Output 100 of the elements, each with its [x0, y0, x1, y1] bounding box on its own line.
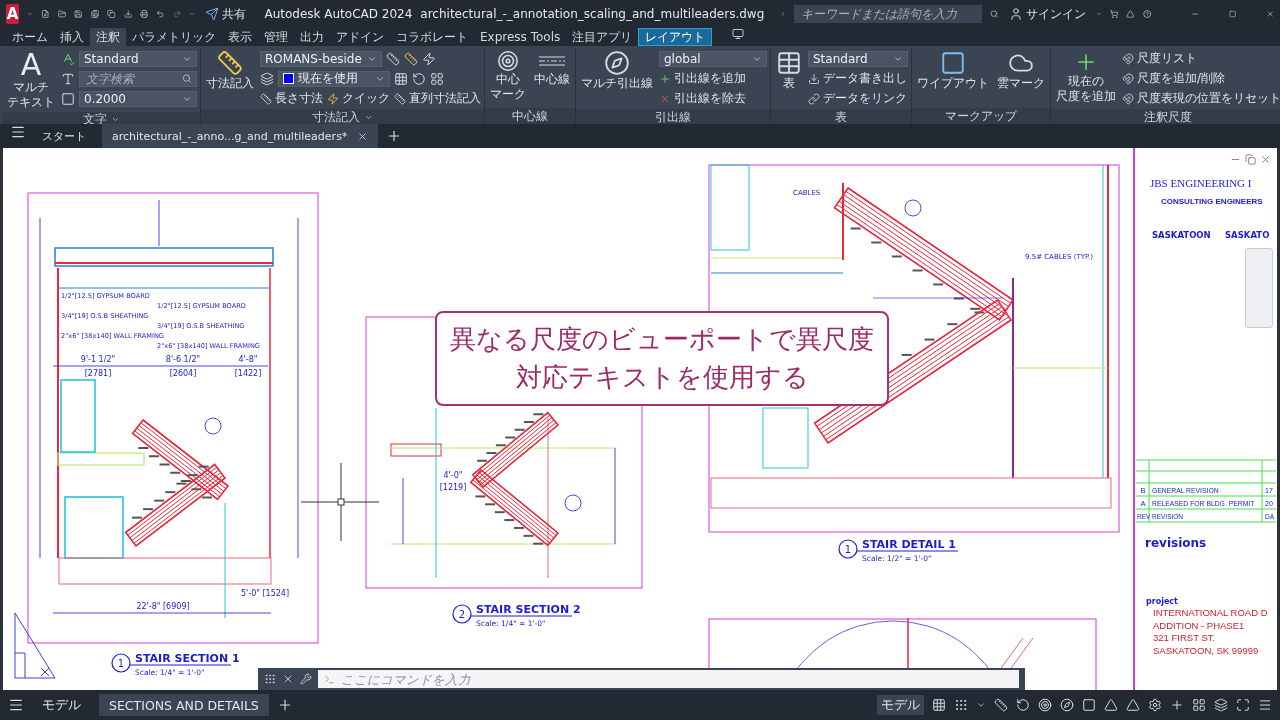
- leader-style-dropdown[interactable]: global: [659, 50, 767, 67]
- project-address-line: ADDITION - PHASE1: [1153, 619, 1245, 631]
- ribbon-tab[interactable]: アドイン: [330, 28, 390, 46]
- plus-icon[interactable]: [1170, 698, 1184, 712]
- panel-title[interactable]: 寸法記入: [201, 109, 484, 124]
- drawing-canvas[interactable]: [0, 148, 1280, 690]
- close-icon[interactable]: [282, 673, 294, 685]
- multileader-button[interactable]: マルチ引出線: [579, 50, 655, 107]
- text-search-box[interactable]: 文字検索: [79, 70, 197, 87]
- ribbon-tab[interactable]: 注釈: [90, 28, 126, 46]
- grip-icon[interactable]: [264, 673, 276, 685]
- save-icon[interactable]: [74, 7, 83, 21]
- add-current-scale-button[interactable]: 現在の 尺度を追加: [1054, 50, 1118, 107]
- text-height-dropdown[interactable]: 0.2000: [79, 90, 197, 107]
- find-text-icon[interactable]: [61, 71, 75, 86]
- scale-tool-button[interactable]: 尺度表現の位置をリセット: [1122, 90, 1280, 107]
- center-mark-button[interactable]: 中心 マーク: [488, 50, 528, 106]
- restore-icon[interactable]: [1245, 154, 1256, 165]
- add-icon: [659, 72, 671, 85]
- share-button[interactable]: 共有: [203, 5, 249, 23]
- ribbon-tab[interactable]: Express Tools: [474, 28, 567, 46]
- spell-check-icon[interactable]: [61, 51, 75, 66]
- search-icon[interactable]: [990, 7, 999, 21]
- multiline-text-button[interactable]: A マルチ テキスト: [5, 50, 57, 110]
- ribbon-tab[interactable]: 管理: [258, 28, 294, 46]
- save-as-icon[interactable]: [90, 7, 100, 21]
- text-style-dropdown[interactable]: Standard: [79, 50, 197, 67]
- ribbon-tab[interactable]: 挿入: [54, 28, 90, 46]
- remove-leader-button[interactable]: 引出線を除去: [659, 90, 746, 107]
- documents-icon[interactable]: [107, 7, 116, 21]
- layer-dropdown[interactable]: 現在を使用: [278, 70, 390, 87]
- dimension-style-dropdown[interactable]: ROMANS-beside: [260, 50, 382, 67]
- wipeout-button[interactable]: ワイプアウト: [915, 50, 991, 106]
- ribbon-tab[interactable]: 出力: [294, 28, 330, 46]
- dimension-icon: [217, 50, 243, 76]
- wrench-icon[interactable]: [300, 673, 312, 685]
- callout-text: 対応テキストを使用する: [515, 360, 809, 394]
- dimension-tool-button[interactable]: 長さ寸法: [260, 90, 323, 107]
- add-leader-button[interactable]: 引出線を追加: [659, 70, 746, 87]
- ribbon-tab[interactable]: 注目アプリ: [566, 28, 639, 46]
- maximize-icon[interactable]: [1229, 8, 1237, 20]
- cart-icon[interactable]: [1109, 7, 1119, 21]
- table-style-dropdown[interactable]: Standard: [808, 50, 908, 67]
- search-field[interactable]: キーワードまたは語句を入力: [794, 5, 983, 23]
- layout-tab[interactable]: SECTIONS AND DETAILS: [99, 694, 269, 716]
- viewport-frame[interactable]: [708, 618, 1097, 690]
- fullscreen-icon[interactable]: [1236, 698, 1250, 712]
- revision-cloud-button[interactable]: 雲マーク: [995, 50, 1047, 106]
- dimension-button[interactable]: 寸法記入: [204, 50, 256, 107]
- caret-icon[interactable]: [976, 700, 986, 710]
- print-icon[interactable]: [140, 7, 149, 21]
- search-input[interactable]: キーワードまたは語句を入力: [799, 6, 978, 22]
- search-icon: [182, 73, 192, 84]
- panel-toggle-icon[interactable]: [732, 28, 745, 40]
- app-logo[interactable]: A: [6, 4, 20, 24]
- ribbon-tab[interactable]: ホーム: [6, 28, 54, 46]
- sign-in-button[interactable]: サインイン: [1006, 5, 1088, 23]
- extract-data-button[interactable]: データ書き出し: [808, 70, 907, 87]
- layout-tab[interactable]: モデル: [32, 694, 91, 716]
- grid-icon[interactable]: [932, 698, 946, 712]
- layers-icon[interactable]: [260, 71, 274, 86]
- panel-title[interactable]: 引出線: [576, 109, 770, 124]
- link-icon: [808, 92, 820, 105]
- ribbon-tab[interactable]: レイアウト: [638, 28, 713, 46]
- import-icon[interactable]: [123, 7, 133, 21]
- panel-title[interactable]: マークアップ: [912, 108, 1050, 124]
- ribbon-tab[interactable]: 表示: [222, 28, 258, 46]
- model-space-button[interactable]: モデル: [877, 695, 924, 715]
- panel-title[interactable]: 表: [771, 109, 911, 124]
- triangle-icon[interactable]: [1126, 7, 1135, 21]
- snap-icon[interactable]: [954, 698, 968, 712]
- panel-title[interactable]: 注釈尺度: [1051, 109, 1280, 124]
- link-data-button[interactable]: データをリンク: [808, 90, 907, 107]
- settings-icon[interactable]: [1148, 698, 1162, 712]
- view-title: STAIR DETAIL 1: [862, 538, 956, 551]
- view-number-bubble: 1: [838, 539, 858, 559]
- customize-icon[interactable]: [1258, 698, 1272, 712]
- dimension-tool-button[interactable]: 直列寸法記入: [394, 90, 481, 107]
- help-icon[interactable]: [1142, 7, 1152, 21]
- ribbon-tab[interactable]: パラメトリック: [126, 28, 222, 46]
- centerline-button[interactable]: 中心線: [532, 50, 572, 106]
- scale-tool-button[interactable]: 尺度を追加/削除: [1122, 70, 1226, 87]
- panel-title[interactable]: 文字: [2, 111, 200, 124]
- panel-title[interactable]: 中心線: [485, 108, 575, 124]
- dimension-tool-button[interactable]: クイック: [327, 90, 390, 107]
- scale-tool-button[interactable]: 尺度リスト: [1122, 50, 1197, 67]
- callout-text: 異なる尺度のビューポートで異尺度: [450, 322, 874, 356]
- menu-icon[interactable]: [10, 124, 26, 140]
- dimension-text: 22'-8" [6909]: [136, 602, 190, 611]
- new-file-icon[interactable]: [41, 7, 50, 21]
- start-tab[interactable]: スタート: [32, 124, 96, 148]
- ribbon-tab[interactable]: コラボレート: [390, 28, 474, 46]
- menu-icon[interactable]: [8, 697, 24, 713]
- dimension-text: 5'-0" [1524]: [240, 589, 290, 598]
- project-address-line: 321 FIRST ST.: [1153, 632, 1216, 643]
- table-button[interactable]: 表: [774, 50, 804, 107]
- text-search-field[interactable]: 文字検索: [84, 70, 179, 87]
- close-icon[interactable]: [1260, 154, 1271, 165]
- document-tab[interactable]: architectural_-_anno...g_and_multileaders*: [102, 124, 379, 148]
- update-icon[interactable]: [412, 71, 426, 86]
